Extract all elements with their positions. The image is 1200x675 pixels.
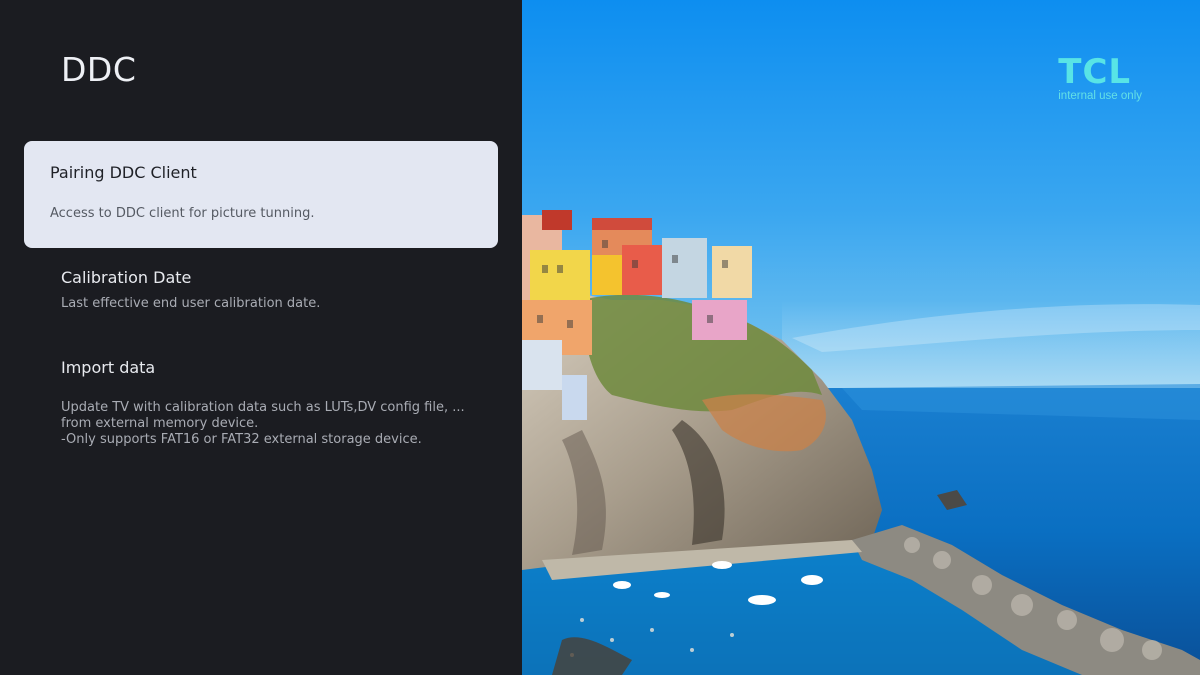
- menu-item-description: Access to DDC client for picture tunning…: [50, 206, 315, 221]
- menu-item-description: Last effective end user calibration date…: [61, 296, 321, 311]
- menu-item-title: Calibration Date: [61, 268, 192, 287]
- menu-item-calibration-date[interactable]: Calibration Date Last effective end user…: [24, 264, 498, 324]
- description-line: from external memory device.: [61, 416, 259, 431]
- menu-item-import-data[interactable]: Import data Update TV with calibration d…: [24, 356, 498, 456]
- logo-wordmark: TCL: [1058, 52, 1132, 92]
- settings-panel: DDC Pairing DDC Client Access to DDC cli…: [0, 0, 522, 675]
- logo-subtitle: internal use only: [1058, 90, 1142, 102]
- menu-item-title: Pairing DDC Client: [50, 163, 197, 182]
- background-photo: TCL internal use only: [522, 0, 1200, 675]
- description-line: Update TV with calibration data such as …: [61, 400, 465, 415]
- menu-item-description: Update TV with calibration data such as …: [61, 400, 481, 448]
- tcl-logo: TCL internal use only: [1058, 55, 1142, 102]
- description-line: -Only supports FAT16 or FAT32 external s…: [61, 432, 422, 447]
- tv-settings-screen: TCL internal use only DDC Pairing DDC Cl…: [0, 0, 1200, 675]
- menu-item-pairing-ddc-client[interactable]: Pairing DDC Client Access to DDC client …: [24, 141, 498, 248]
- page-title: DDC: [61, 50, 137, 89]
- menu-item-title: Import data: [61, 358, 156, 377]
